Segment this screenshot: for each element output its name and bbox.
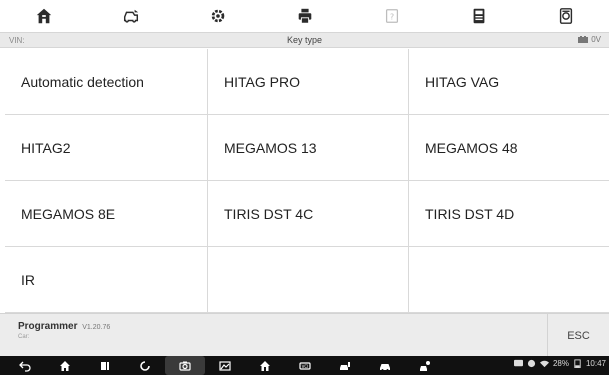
esc-button[interactable]: ESC: [547, 314, 609, 357]
car-icon: [380, 363, 390, 371]
app-version: V1.20.76: [82, 324, 111, 331]
car-label: Car:: [18, 334, 30, 340]
key-type-option[interactable]: TIRIS DST 4D: [409, 181, 609, 247]
image-button[interactable]: [205, 356, 245, 375]
top-toolbar: ?: [0, 0, 609, 32]
page-title: Key type: [286, 35, 323, 45]
print-icon: [298, 8, 311, 24]
home-button[interactable]: [0, 0, 87, 32]
back-button[interactable]: [5, 356, 45, 375]
key-type-grid: Automatic detection HITAG PRO HITAG VAG …: [5, 49, 609, 313]
svg-text:VCI: VCI: [302, 364, 309, 369]
screenshot-button[interactable]: [165, 356, 205, 375]
key-type-option[interactable]: HITAG VAG: [409, 49, 609, 115]
key-type-option[interactable]: Automatic detection: [5, 49, 208, 115]
save-button[interactable]: [435, 0, 522, 32]
status-bar: VIN: Key type 0V: [0, 32, 609, 48]
voltage-indicator: 0V: [578, 35, 601, 44]
battery-icon: [574, 359, 581, 368]
key-type-option[interactable]: HITAG PRO: [208, 49, 409, 115]
print-button[interactable]: [261, 0, 348, 32]
vehicle-swap-button[interactable]: [87, 0, 174, 32]
system-nav-bar: VCI 28% 10:47: [0, 356, 609, 375]
key-type-option[interactable]: MEGAMOS 8E: [5, 181, 208, 247]
battery-voltage-icon: [578, 35, 589, 43]
empty-cell: [208, 247, 409, 313]
clock: 10:47: [585, 359, 606, 368]
vehicle-button[interactable]: [365, 356, 405, 375]
remote-support-button[interactable]: [405, 356, 445, 375]
vci-icon: VCI: [299, 361, 311, 370]
image-icon: [219, 360, 231, 371]
key-type-option[interactable]: IR: [5, 247, 208, 313]
datalogging-button[interactable]: [522, 0, 609, 32]
recent-apps-icon: [101, 361, 109, 370]
notification-icon: [527, 359, 536, 368]
help-icon: ?: [385, 9, 398, 23]
vehicle-swap-icon: [123, 9, 138, 23]
svg-text:?: ?: [389, 12, 393, 22]
footer-bar: Programmer V1.20.76 Car: ESC: [0, 313, 609, 357]
remote-support-icon: [420, 360, 430, 371]
system-tray: 28% 10:47: [513, 359, 606, 368]
home-nav-button[interactable]: [45, 356, 85, 375]
home-shortcut-icon: [260, 360, 270, 371]
vehicle-service-button[interactable]: [325, 356, 365, 375]
vehicle-service-icon: [340, 361, 350, 370]
app-name: Programmer: [18, 321, 78, 332]
refresh-button[interactable]: [125, 356, 165, 375]
key-type-option[interactable]: MEGAMOS 13: [208, 115, 409, 181]
key-type-option[interactable]: TIRIS DST 4C: [208, 181, 409, 247]
back-icon: [19, 361, 31, 372]
voltage-value: 0V: [591, 35, 601, 44]
empty-cell: [409, 247, 609, 313]
save-icon: [473, 8, 484, 24]
datalogging-icon: [559, 8, 572, 24]
home-icon: [36, 8, 51, 24]
key-type-option[interactable]: HITAG2: [5, 115, 208, 181]
app-info: Programmer V1.20.76: [18, 321, 110, 332]
home-nav-icon: [60, 360, 70, 371]
camera-icon: [179, 361, 191, 371]
wifi-icon: [539, 360, 549, 368]
vci-button[interactable]: VCI: [285, 356, 325, 375]
help-button[interactable]: ?: [348, 0, 435, 32]
key-type-option[interactable]: MEGAMOS 48: [409, 115, 609, 181]
message-icon: [513, 359, 523, 367]
settings-icon: [211, 9, 224, 23]
settings-button[interactable]: [174, 0, 261, 32]
recent-apps-button[interactable]: [85, 356, 125, 375]
refresh-icon: [140, 360, 150, 371]
home-shortcut-button[interactable]: [245, 356, 285, 375]
battery-level: 28%: [552, 359, 569, 368]
